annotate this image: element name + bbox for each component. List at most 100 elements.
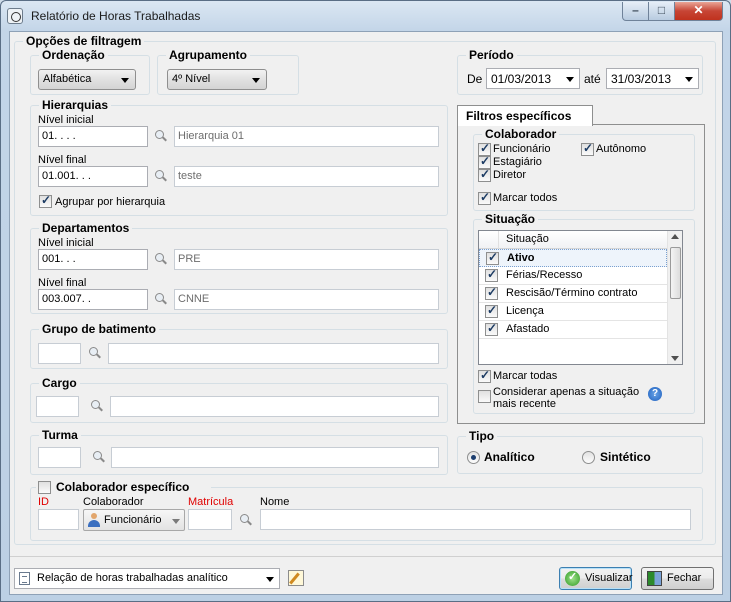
matricula-search-icon[interactable] [239, 513, 253, 527]
cargo-description [110, 396, 439, 417]
report-model-value: Relação de horas trabalhadas analítico [37, 572, 228, 584]
matricula-label: Matrícula [188, 496, 234, 508]
colaborador-especifico-checkbox[interactable] [38, 481, 51, 494]
marcar-todos-checkbox[interactable] [478, 190, 491, 205]
autonomo-label: Autônomo [596, 143, 647, 155]
situacao-row-checkbox[interactable] [486, 250, 499, 265]
maximize-button[interactable]: □ [649, 2, 675, 21]
ordenacao-select[interactable]: Alfabética [38, 69, 136, 90]
departamento-final-code-input[interactable]: 003.007. . [38, 289, 148, 310]
colaborador-type-select[interactable]: Funcionário [83, 509, 185, 531]
situacao-label: Situação [482, 212, 539, 226]
situacao-row-checkbox[interactable] [485, 303, 498, 318]
visualizar-button[interactable]: Visualizar [559, 567, 633, 590]
tab-filtros-especificos[interactable]: Filtros específicos [457, 105, 593, 126]
hierarquias-label: Hierarquias [39, 98, 112, 112]
situacao-row[interactable]: Férias/Recesso [479, 267, 667, 285]
edit-report-icon[interactable] [288, 570, 304, 586]
exit-icon [647, 571, 662, 586]
autonomo-checkbox[interactable] [581, 141, 594, 156]
periodo-de-label: De [467, 72, 483, 86]
report-doc-icon [19, 572, 30, 585]
fechar-label: Fechar [667, 572, 702, 584]
colaborador-especifico-header: Colaborador específico [36, 479, 211, 495]
situacao-row[interactable]: Afastado [479, 321, 667, 339]
cargo-code-input[interactable] [36, 396, 79, 417]
colaborador-label: Colaborador [83, 496, 144, 508]
report-window: Relatório de Horas Trabalhadas – □ ✕ Opç… [0, 0, 731, 602]
periodo-from-date[interactable]: 01/03/2013 [486, 68, 580, 89]
hierarquia-final-code-input[interactable]: 01.001. . . [38, 166, 148, 187]
agrupar-hierarquia-label: Agrupar por hierarquia [55, 196, 166, 208]
departamento-final-description: CNNE [174, 289, 439, 310]
situacao-row[interactable]: Licença [479, 303, 667, 321]
situacao-column-header[interactable]: Situação [506, 233, 549, 245]
departamento-final-label: Nível final [38, 277, 87, 289]
scroll-up-icon[interactable] [671, 234, 679, 239]
window-title: Relatório de Horas Trabalhadas [31, 9, 201, 23]
sintetico-radio[interactable] [582, 451, 595, 464]
grupo-batimento-description [108, 343, 439, 364]
situacao-scrollbar[interactable] [667, 231, 682, 364]
departamento-inicial-search-icon[interactable] [154, 252, 168, 266]
close-button[interactable]: ✕ [675, 2, 723, 21]
situacao-row-checkbox[interactable] [485, 321, 498, 336]
grupo-batimento-label: Grupo de batimento [39, 322, 159, 336]
colaborador-type-value: Funcionário [104, 514, 162, 526]
tipo-label: Tipo [466, 429, 498, 443]
periodo-ate-label: até [584, 72, 601, 86]
situacao-grid-header: Situação [479, 231, 667, 249]
grupo-batimento-code-input[interactable] [38, 343, 81, 364]
hierarquia-inicial-search-icon[interactable] [154, 129, 168, 143]
situacao-row[interactable]: Ativo [479, 249, 667, 267]
title-bar[interactable]: Relatório de Horas Trabalhadas – □ ✕ [1, 1, 730, 31]
scroll-thumb[interactable] [670, 247, 681, 299]
situacao-row[interactable]: Rescisão/Término contrato [479, 285, 667, 303]
visualizar-label: Visualizar [585, 572, 633, 584]
estagiario-label: Estagiário [493, 156, 542, 168]
agrupamento-select[interactable]: 4º Nível [167, 69, 267, 90]
departamento-final-search-icon[interactable] [154, 292, 168, 306]
situacao-row-label: Férias/Recesso [506, 269, 583, 281]
agrupamento-label: Agrupamento [166, 48, 250, 62]
periodo-to-date[interactable]: 31/03/2013 [606, 68, 699, 89]
considerar-situacao-line1: Considerar apenas a situação [493, 386, 640, 398]
situacao-row-label: Afastado [506, 323, 550, 335]
turma-search-icon[interactable] [92, 450, 106, 464]
cargo-label: Cargo [39, 376, 80, 390]
scroll-down-icon[interactable] [671, 356, 679, 361]
turma-code-input[interactable] [38, 447, 81, 468]
situacao-row-checkbox[interactable] [485, 285, 498, 300]
analitico-radio[interactable] [467, 451, 480, 464]
turma-description [111, 447, 439, 468]
help-icon[interactable]: ? [648, 387, 662, 401]
hierarquia-inicial-label: Nível inicial [38, 114, 94, 126]
maximize-icon: □ [657, 3, 666, 17]
colaborador-id-input[interactable] [38, 509, 79, 530]
grid-header-check-cell [479, 231, 499, 249]
close-icon: ✕ [693, 3, 704, 17]
marcar-todas-checkbox[interactable] [478, 368, 491, 383]
considerar-situacao-line2: mais recente [493, 398, 556, 410]
hierarquia-final-description: teste [174, 166, 439, 187]
matricula-input[interactable] [188, 509, 232, 530]
fechar-button[interactable]: Fechar [641, 567, 714, 590]
diretor-checkbox[interactable] [478, 167, 491, 182]
id-label: ID [38, 496, 49, 508]
hierarquia-final-label: Nível final [38, 154, 87, 166]
situacao-row-checkbox[interactable] [485, 267, 498, 282]
cargo-search-icon[interactable] [90, 399, 104, 413]
considerar-situacao-checkbox[interactable] [478, 390, 491, 403]
grupo-batimento-search-icon[interactable] [88, 346, 102, 360]
report-model-select[interactable]: Relação de horas trabalhadas analítico [14, 568, 280, 589]
hierarquia-inicial-code-input[interactable]: 01. . . . [38, 126, 148, 147]
minimize-button[interactable]: – [622, 2, 649, 21]
nome-label: Nome [260, 496, 290, 508]
analitico-label: Analítico [484, 450, 535, 464]
departamento-inicial-code-input[interactable]: 001. . . [38, 249, 148, 270]
nome-input[interactable] [260, 509, 691, 530]
hierarquia-final-search-icon[interactable] [154, 169, 168, 183]
sintetico-label: Sintético [600, 450, 651, 464]
agrupar-hierarquia-checkbox[interactable] [39, 193, 52, 208]
turma-label: Turma [39, 428, 81, 442]
